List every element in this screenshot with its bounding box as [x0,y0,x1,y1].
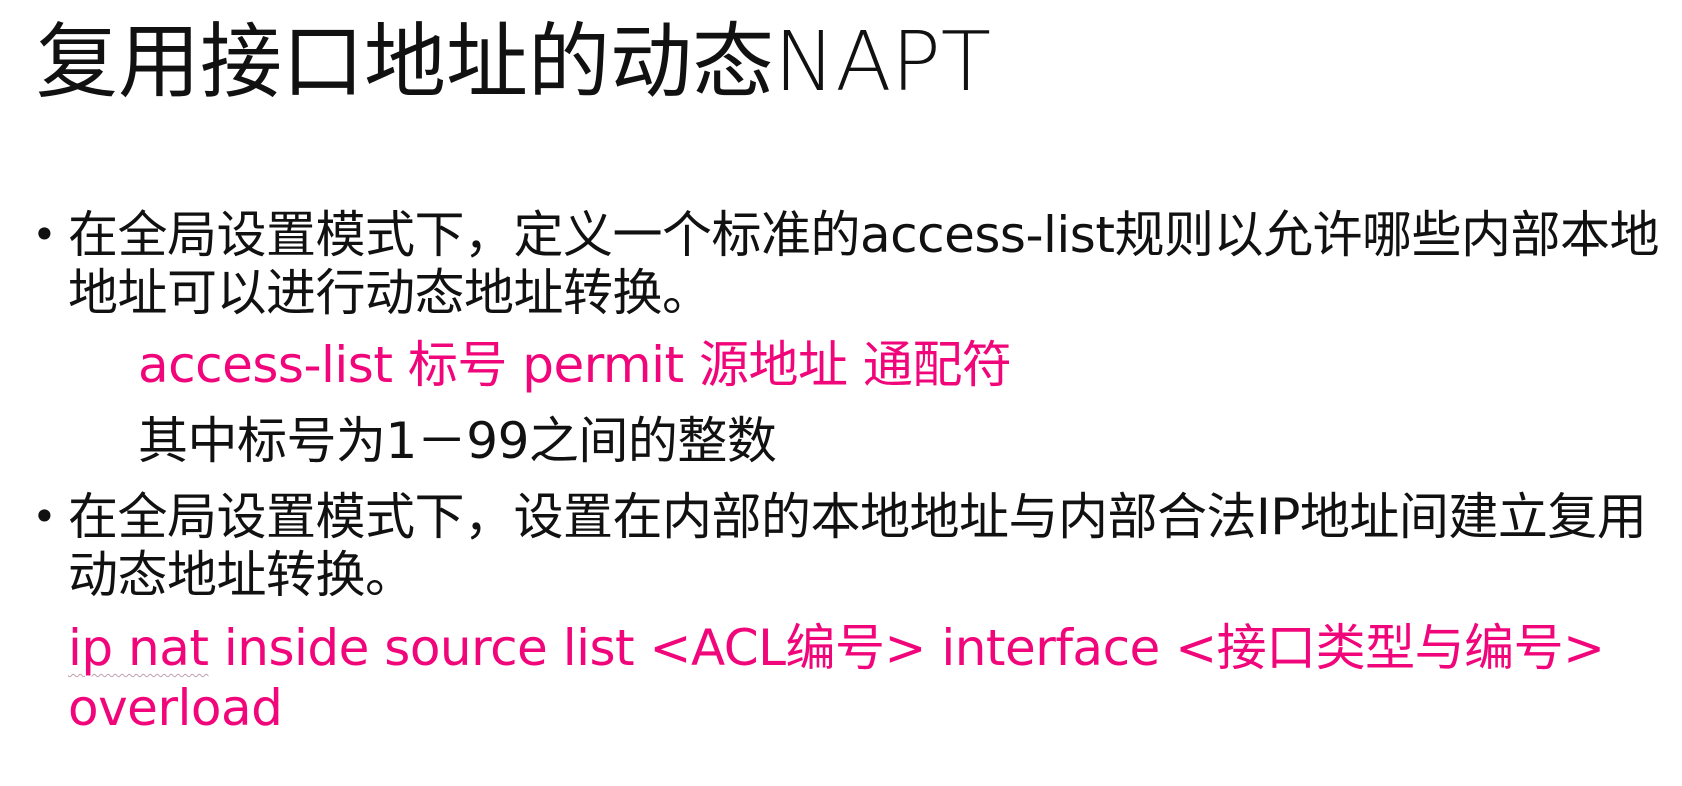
bullet-item-2: • 在全局设置模式下，设置在内部的本地地址与内部合法IP地址间建立复用动态地址转… [32,488,1668,604]
nat-command-rest: inside source list <ACL编号> interface <接口… [68,619,1605,737]
bullet-text: 在全局设置模式下，设置在内部的本地地址与内部合法IP地址间建立复用动态地址转换。 [68,488,1647,604]
nat-command-syntax: ip nat inside source list <ACL编号> interf… [68,618,1668,738]
bullet-text: 在全局设置模式下，定义一个标准的access-list规则以允许哪些内部本地地址… [68,206,1659,322]
bullet-marker: • [32,492,57,541]
spellcheck-flagged-text: ip nat [68,619,209,677]
acl-command-syntax: access-list 标号 permit 源地址 通配符 [138,336,1012,394]
slide-title: 复用接口地址的动态NAPT [36,15,991,110]
bullet-item-1: • 在全局设置模式下，定义一个标准的access-list规则以允许哪些内部本地… [32,206,1668,322]
acl-number-note: 其中标号为1－99之间的整数 [138,412,777,470]
bullet-marker: • [32,210,57,259]
slide: 复用接口地址的动态NAPT • 在全局设置模式下，定义一个标准的access-l… [0,0,1682,786]
